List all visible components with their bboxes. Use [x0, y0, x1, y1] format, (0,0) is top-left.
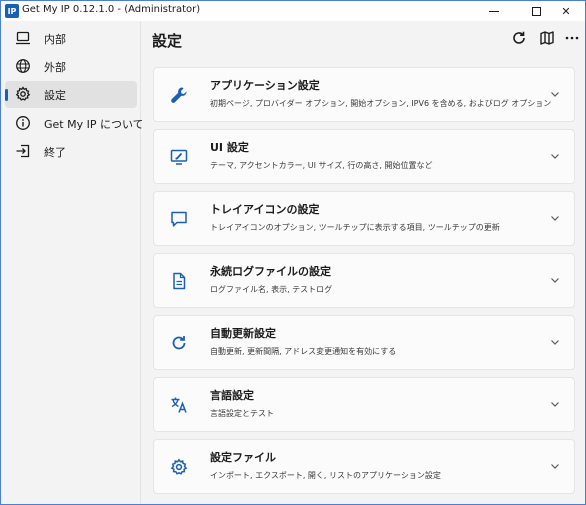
- settings-card-tray-icon[interactable]: トレイアイコンの設定 トレイアイコンのオプション, ツールチップに表示する項目,…: [153, 191, 575, 246]
- active-indicator: [5, 89, 8, 101]
- page-title: 設定: [152, 32, 183, 50]
- card-title: 自動更新設定: [210, 327, 276, 340]
- card-title: 永続ログファイルの設定: [210, 265, 331, 278]
- maximize-icon: [531, 6, 541, 16]
- chevron-down-icon[interactable]: [550, 151, 560, 161]
- card-description: テーマ, アクセントカラー, UI サイズ, 行の高さ, 開始位置など: [210, 161, 433, 170]
- minimize-icon: [489, 10, 499, 12]
- chevron-down-icon[interactable]: [550, 275, 560, 285]
- sidebar-item-about[interactable]: Get My IP について: [5, 110, 144, 137]
- card-description: 言語設定とテスト: [210, 409, 274, 418]
- map-icon[interactable]: [539, 30, 555, 46]
- sidebar-item-external[interactable]: 外部: [5, 53, 137, 80]
- monitor-brush-icon: [170, 149, 188, 165]
- card-title: アプリケーション設定: [210, 79, 320, 92]
- window-title: Get My IP 0.12.1.0 - (Administrator): [22, 4, 201, 15]
- refresh-icon: [172, 336, 186, 350]
- translate-icon: [171, 397, 187, 413]
- minimize-button[interactable]: [473, 1, 515, 21]
- settings-card-ui[interactable]: UI 設定 テーマ, アクセントカラー, UI サイズ, 行の高さ, 開始位置な…: [153, 129, 575, 184]
- sidebar-item-label: Get My IP について: [44, 118, 144, 131]
- refresh-icon[interactable]: [511, 30, 527, 46]
- sidebar-item-exit[interactable]: 終了: [5, 138, 137, 165]
- computer-icon: [16, 31, 30, 45]
- card-description: トレイアイコンのオプション, ツールチップに表示する項目, ツールチップの更新: [210, 223, 500, 232]
- app-window: IP Get My IP 0.12.1.0 - (Administrator) …: [0, 0, 586, 505]
- gear-icon: [15, 86, 31, 101]
- settings-cog-icon: [170, 458, 188, 475]
- settings-card-language[interactable]: 言語設定 言語設定とテスト: [153, 377, 575, 432]
- chevron-down-icon[interactable]: [550, 213, 560, 223]
- settings-card-application[interactable]: アプリケーション設定 初期ページ, プロバイダー オプション, 開始オプション,…: [153, 67, 575, 122]
- document-icon: [173, 272, 186, 290]
- sidebar-item-settings[interactable]: 設定: [5, 81, 137, 108]
- exit-icon: [16, 144, 30, 158]
- card-title: 設定ファイル: [210, 451, 276, 464]
- sidebar-item-label: 終了: [44, 146, 66, 159]
- sidebar: 内部 外部 設定 Get My IP について 終了: [1, 21, 144, 504]
- settings-card-log-file[interactable]: 永続ログファイルの設定 ログファイル名, 表示, テストログ: [153, 253, 575, 308]
- globe-icon: [16, 59, 30, 73]
- close-button[interactable]: ✕: [545, 1, 585, 21]
- info-icon: [16, 116, 30, 130]
- sidebar-item-label: 設定: [44, 89, 66, 102]
- sidebar-item-label: 外部: [44, 61, 66, 74]
- sidebar-item-internal[interactable]: 内部: [5, 25, 137, 52]
- comment-icon: [171, 211, 187, 227]
- wrench-icon: [171, 87, 187, 103]
- settings-card-auto-refresh[interactable]: 自動更新設定 自動更新, 更新間隔, アドレス変更通知を有効にする: [153, 315, 575, 370]
- card-description: インポート, エクスポート, 開く, リストのアプリケーション設定: [210, 471, 441, 480]
- sidebar-item-label: 内部: [44, 33, 66, 46]
- more-icon[interactable]: [564, 30, 580, 46]
- card-description: 初期ページ, プロバイダー オプション, 開始オプション, IPV6 を含める,…: [210, 99, 552, 108]
- title-bar[interactable]: IP Get My IP 0.12.1.0 - (Administrator) …: [1, 1, 585, 21]
- chevron-down-icon[interactable]: [550, 461, 560, 471]
- chevron-down-icon[interactable]: [550, 399, 560, 409]
- main-content: 設定 アプリケーション設定 初期ページ, プロバイダー オプション, 開始オプシ…: [142, 21, 585, 504]
- card-title: トレイアイコンの設定: [210, 203, 320, 216]
- card-title: UI 設定: [210, 141, 249, 154]
- card-title: 言語設定: [210, 389, 254, 402]
- card-description: 自動更新, 更新間隔, アドレス変更通知を有効にする: [210, 347, 397, 356]
- settings-card-settings-file[interactable]: 設定ファイル インポート, エクスポート, 開く, リストのアプリケーション設定: [153, 439, 575, 494]
- app-icon: IP: [5, 4, 19, 18]
- chevron-down-icon[interactable]: [550, 89, 560, 99]
- card-description: ログファイル名, 表示, テストログ: [210, 285, 333, 294]
- chevron-down-icon[interactable]: [550, 337, 560, 347]
